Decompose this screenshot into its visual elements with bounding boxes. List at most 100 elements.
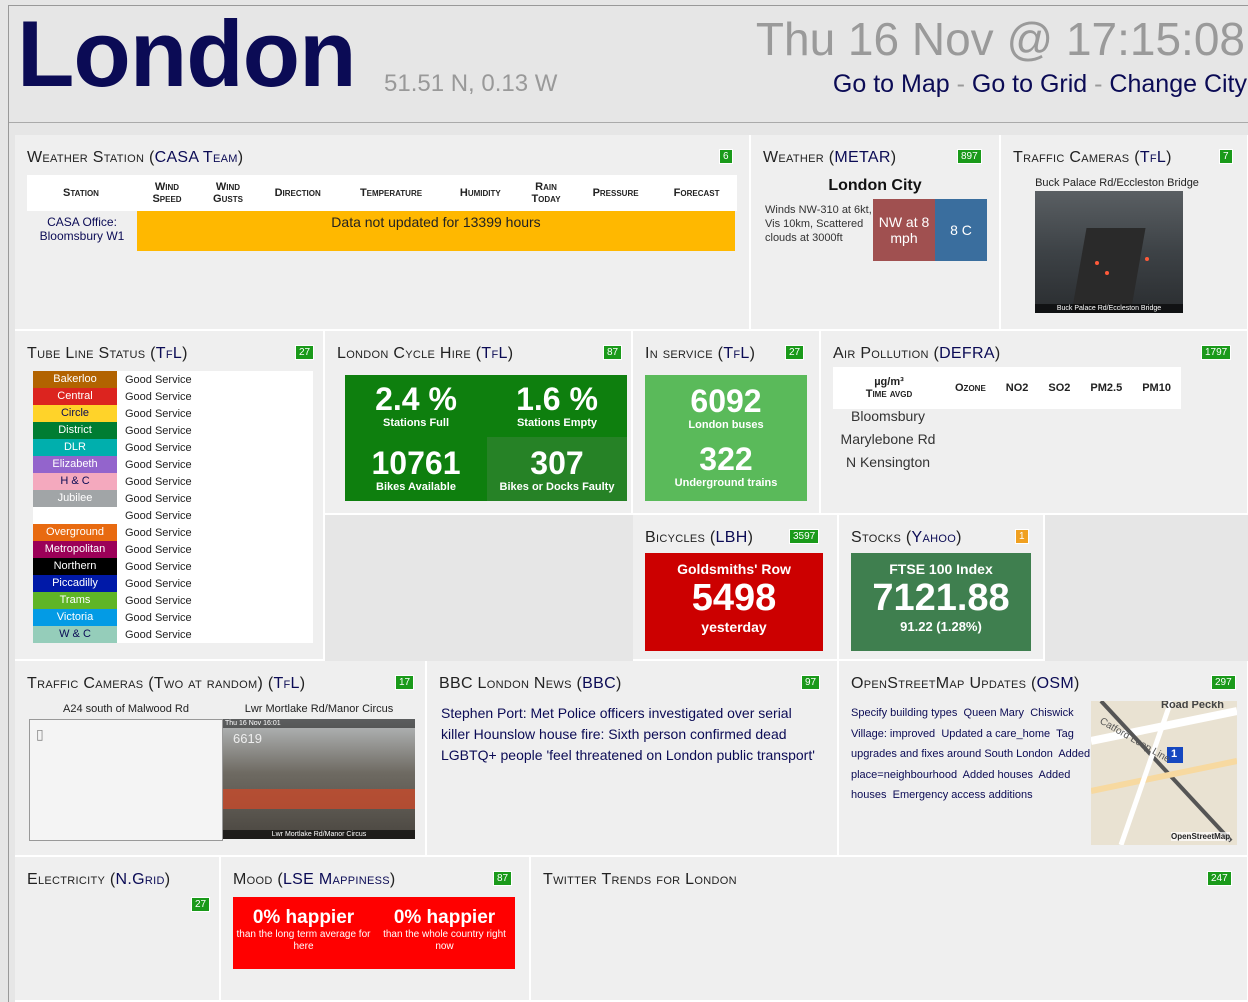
index-change: 91.22 (1.28%) [900,619,982,634]
source-link[interactable]: TfL [481,345,507,362]
source-link[interactable]: TfL [723,345,749,362]
tube-line-status: Good Service [125,594,192,607]
header: London 51.51 N, 0.13 W Thu 16 Nov @ 17:1… [9,1,1248,123]
col-temperature: Temperature [338,175,444,211]
tube-line-name[interactable]: H & C [33,473,117,490]
tube-line-name[interactable]: Elizabeth [33,456,117,473]
panel-title: Stocks (Yahoo) [851,529,962,546]
stale-data-warning: Data not updated for 13399 hours [137,211,735,251]
mood-local: 0% happier than the long term average fo… [233,897,374,969]
source-link[interactable]: METAR [834,149,890,166]
panel-title: Tube Line Status (TfL) [27,345,188,362]
count-badge: 1797 [1201,345,1232,360]
go-to-map-link[interactable]: Go to Map [833,70,950,98]
road-graphic [1071,227,1147,313]
news-headline[interactable]: LGBTQ+ people 'feel threatened on London… [441,747,815,763]
source-link[interactable]: CASA Team [155,149,238,166]
source-link[interactable]: TfL [273,675,299,692]
tube-line-name[interactable]: Trams [33,592,117,609]
count-badge: 297 [1211,675,1236,690]
osm-update[interactable]: Updated a care_home [941,728,1050,740]
units-sub-label: Time avgd [865,388,913,400]
tube-line-name[interactable]: Bakerloo [33,371,117,388]
source-link[interactable]: Yahoo [912,529,957,546]
panel-title-text: Traffic Cameras [1013,149,1130,166]
panel-title: Twitter Trends for London [543,871,737,888]
tube-line-name[interactable]: District [33,422,117,439]
wind-tile: NW at 8 mph [873,199,935,261]
col-wind-gusts: Wind Gusts [199,175,257,211]
broken-camera-image[interactable]: ▯ [29,719,223,841]
col-no2: NO2 [995,367,1039,409]
tube-line-status: Good Service [125,458,192,471]
tube-line-status: Good Service [125,560,192,573]
source-link[interactable]: TfL [1140,149,1166,166]
tube-line-status: Good Service [125,407,192,420]
source-link[interactable]: TfL [156,345,182,362]
tube-line-name[interactable]: Jubilee [33,490,117,507]
source-link[interactable]: LSE Mappiness [283,871,390,888]
news-headline[interactable]: Hounslow house fire: Sixth person confir… [474,726,787,742]
tube-line-name[interactable]: Overground [33,524,117,541]
panel-title: OpenStreetMap Updates (OSM) [851,675,1080,692]
tube-line-name[interactable]: DLR [33,439,117,456]
tube-line-name[interactable]: W & C [33,626,117,643]
osm-map[interactable]: Road Peckh Catford Loop Line 1 OpenStree… [1091,701,1237,845]
osm-update[interactable]: Specify building types [851,707,957,719]
station-link[interactable]: CASA Office: Bloomsbury W1 [27,215,137,243]
stations-full-label: Stations Full [383,417,449,429]
count-period: yesterday [701,619,767,635]
go-to-grid-link[interactable]: Go to Grid [972,70,1087,98]
tube-line-name[interactable] [33,507,117,524]
news-list: Stephen Port: Met Police officers invest… [441,703,821,766]
camera-caption: Buck Palace Rd/Eccleston Bridge [1035,177,1199,189]
tube-line-status: Good Service [125,390,192,403]
count-badge: 247 [1207,871,1232,886]
tube-line-name[interactable]: Circle [33,405,117,422]
col-forecast: Forecast [656,175,737,211]
tube-line-status: Good Service [125,509,192,522]
source-link[interactable]: BBC [582,675,616,692]
col-units: µg/m³ Time avgd [833,367,945,409]
tube-line-row: District Good Service [33,422,313,439]
camera-image[interactable]: Buck Palace Rd/Eccleston Bridge [1035,191,1183,313]
tube-line-list: Bakerloo Good Service Central Good Service C… [33,371,313,643]
tube-status-panel: Tube Line Status (TfL) 27 Bakerloo Good S… [15,331,325,661]
source-link[interactable]: N.Grid [116,871,165,888]
faulty-tile: 307 Bikes or Docks Faulty [487,437,627,501]
change-city-link[interactable]: Change City [1109,70,1247,98]
count-badge: 1 [1015,529,1029,544]
camera-caption: A24 south of Malwood Rd [63,703,189,715]
air-site: Bloomsbury [851,408,925,424]
tube-line-row: Jubilee Good Service [33,490,313,507]
camera-caption: Lwr Mortlake Rd/Manor Circus [244,703,394,715]
panel-title-text: Traffic Cameras (Two at random) [27,675,264,692]
camera-image[interactable]: Thu 16 Nov 16:01 6619 Lwr Mortlake Rd/Ma… [223,719,415,839]
header-links: Go to Map - Go to Grid - Change City [833,70,1247,99]
mood-panel: Mood (LSE Mappiness) 87 0% happier than … [221,857,531,1002]
tube-line-name[interactable]: Victoria [33,609,117,626]
tube-line-name[interactable]: Metropolitan [33,541,117,558]
source-link[interactable]: OSM [1037,675,1074,692]
metar-description: Winds NW-310 at 6kt, Vis 10km, Scattered… [765,204,872,244]
index-name: FTSE 100 Index [889,561,993,577]
tube-line-row: H & C Good Service [33,473,313,490]
tube-line-name[interactable]: Northern [33,558,117,575]
tube-line-status: Good Service [125,441,192,454]
faulty-value: 307 [530,445,584,481]
source-link[interactable]: LBH [716,529,748,546]
tube-line-name[interactable]: Central [33,388,117,405]
panel-title-text: Stocks [851,529,902,546]
panel-title: Weather (METAR) [763,149,897,166]
panel-title-text: Weather [763,149,825,166]
osm-update[interactable]: Emergency access additions [893,789,1033,801]
osm-update[interactable]: Added houses [963,769,1033,781]
stations-empty-label: Stations Empty [516,417,598,429]
stations-empty-value: 1.6 % [516,381,598,417]
coordinates: 51.51 N, 0.13 W [384,70,558,97]
source-link[interactable]: DEFRA [939,345,995,362]
table-row: CASA Office: Bloomsbury W1 Data not upda… [27,211,737,251]
tube-line-name[interactable]: Piccadilly [33,575,117,592]
panel-title: Weather Station (CASA Team) [27,149,244,166]
osm-update[interactable]: Queen Mary [964,707,1025,719]
